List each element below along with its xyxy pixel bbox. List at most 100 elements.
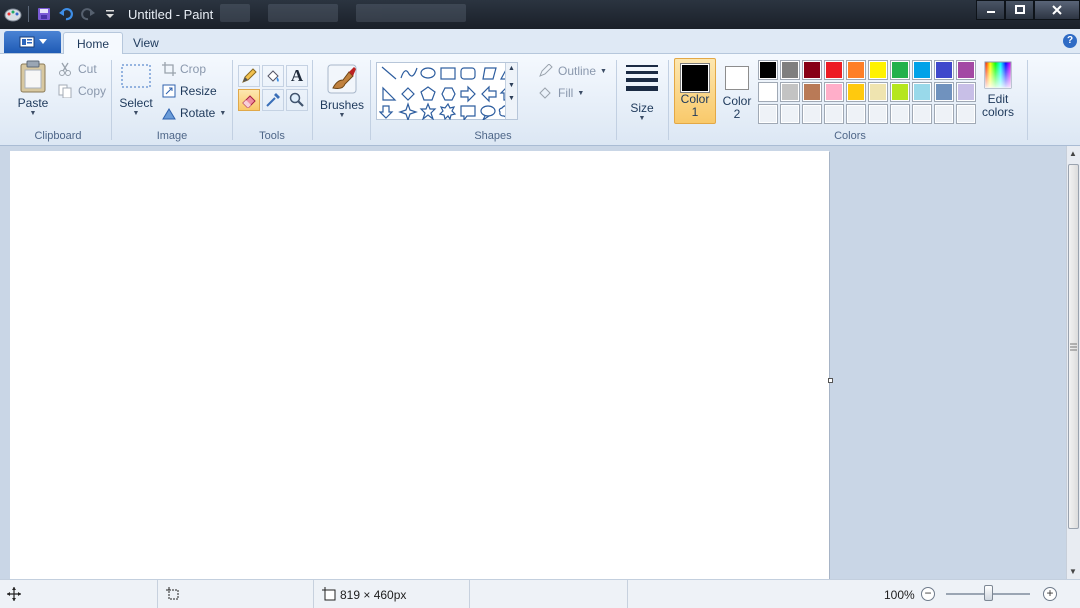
color-picker-tool[interactable] [262,89,284,111]
redo-icon[interactable] [79,5,97,23]
palette-swatch[interactable] [912,60,932,80]
size-button[interactable]: Size ▼ [624,62,660,122]
rounded-callout-shape-icon [460,105,476,120]
palette-swatch[interactable] [802,82,822,102]
palette-swatch[interactable] [890,82,910,102]
group-separator [312,60,313,140]
palette-swatch[interactable] [824,104,844,124]
tools-group: A Tools [236,56,308,144]
palette-swatch[interactable] [868,104,888,124]
palette-swatch[interactable] [780,104,800,124]
palette-swatch[interactable] [956,82,976,102]
palette-swatch[interactable] [868,60,888,80]
paste-button[interactable]: Paste ▼ [14,60,52,120]
palette-swatch[interactable] [912,82,932,102]
drawing-canvas[interactable] [10,151,829,579]
four-point-star-shape-icon [398,102,418,120]
cut-button[interactable]: Cut [58,62,97,76]
text-tool-icon[interactable]: A [286,65,308,87]
palette-swatch[interactable] [846,104,866,124]
palette-swatch[interactable] [934,60,954,80]
select-button[interactable]: Select ▼ [118,62,154,117]
palette-swatch[interactable] [956,60,976,80]
copy-label: Copy [78,84,107,98]
left-arrow-shape-icon [481,85,497,103]
size-label: Size [630,101,654,115]
ribbon-tab-row: Home View ? [0,29,1080,55]
palette-swatch[interactable] [956,104,976,124]
resize-button[interactable]: Resize [162,84,217,98]
copy-button[interactable]: Copy [58,84,106,98]
outline-button[interactable]: Outline ▼ [538,64,607,78]
palette-swatch[interactable] [846,82,866,102]
palette-swatch[interactable] [780,82,800,102]
zoom-slider-thumb[interactable] [984,585,993,601]
zoom-in-button[interactable]: + [1043,587,1057,601]
magnifier-tool[interactable] [286,89,308,111]
edit-colors-button[interactable]: Edit colors [980,60,1016,119]
close-button[interactable] [1034,0,1080,20]
zoom-level-text: 100% [884,588,915,602]
group-separator [668,60,669,140]
palette-swatch[interactable] [758,60,778,80]
palette-swatch[interactable] [890,60,910,80]
undo-icon[interactable] [57,5,75,23]
canvas-size-icon [322,587,336,601]
palette-swatch[interactable] [824,60,844,80]
paint-menu-button[interactable] [4,31,61,53]
tab-home[interactable]: Home [63,32,124,55]
color1-button[interactable]: Color 1 [674,58,716,124]
fill-tool[interactable] [262,65,284,87]
chevron-down-icon: ▼ [338,112,346,119]
color2-button[interactable]: Color 2 [720,58,754,124]
pencil-tool[interactable] [238,65,260,87]
outline-pen-icon [539,64,553,77]
palette-swatch[interactable] [868,82,888,102]
eraser-icon [242,95,256,108]
palette-swatch[interactable] [758,104,778,124]
image-group-label: Image [156,130,188,142]
palette-swatch[interactable] [934,104,954,124]
save-icon[interactable] [35,5,53,23]
expand-gallery-icon[interactable]: ▼ [506,95,517,102]
canvas-resize-handle-right[interactable] [828,378,833,383]
maximize-button[interactable] [1005,0,1034,20]
background-window-blur [220,4,466,22]
scroll-down-icon[interactable]: ▼ [506,82,517,89]
palette-swatch[interactable] [780,60,800,80]
palette-swatch[interactable] [824,82,844,102]
palette-swatch[interactable] [802,60,822,80]
scroll-up-icon[interactable]: ▲ [506,65,517,72]
minimize-button[interactable] [976,0,1005,20]
palette-swatch[interactable] [890,104,910,124]
brushes-button[interactable]: Brushes ▼ [318,62,366,119]
eraser-tool[interactable] [238,89,260,111]
zoom-out-button[interactable]: − [921,587,935,601]
brushes-group: Brushes ▼ [316,56,368,144]
pentagon-shape-icon [420,86,436,101]
scrollbar-thumb[interactable] [1068,164,1079,529]
group-separator [232,60,233,140]
help-icon[interactable]: ? [1063,34,1077,48]
scroll-down-icon[interactable]: ▼ [1069,567,1077,576]
palette-swatch[interactable] [846,60,866,80]
vertical-scrollbar[interactable]: ▲ ▼ [1066,146,1080,579]
palette-swatch[interactable] [912,104,932,124]
ribbon: Paste ▼ Cut Copy Clipboard Select ▼ Crop… [0,54,1080,146]
paint-app-icon[interactable] [4,5,22,23]
window-title: Untitled - Paint [128,7,214,22]
chevron-down-icon: ▼ [219,109,227,117]
select-label: Select [119,96,153,110]
crop-button[interactable]: Crop [162,62,206,76]
fill-button[interactable]: Fill ▼ [538,86,584,100]
scroll-up-icon[interactable]: ▲ [1069,149,1077,158]
tab-view[interactable]: View [120,32,172,54]
palette-swatch[interactable] [802,104,822,124]
right-triangle-shape-icon [382,86,397,101]
shapes-scroll[interactable]: ▲ ▼ ▼ [505,63,517,119]
palette-swatch[interactable] [758,82,778,102]
palette-swatch[interactable] [934,82,954,102]
customize-qat-icon[interactable] [101,5,119,23]
rotate-button[interactable]: Rotate ▼ [162,106,226,120]
paint-bucket-icon [267,70,279,82]
